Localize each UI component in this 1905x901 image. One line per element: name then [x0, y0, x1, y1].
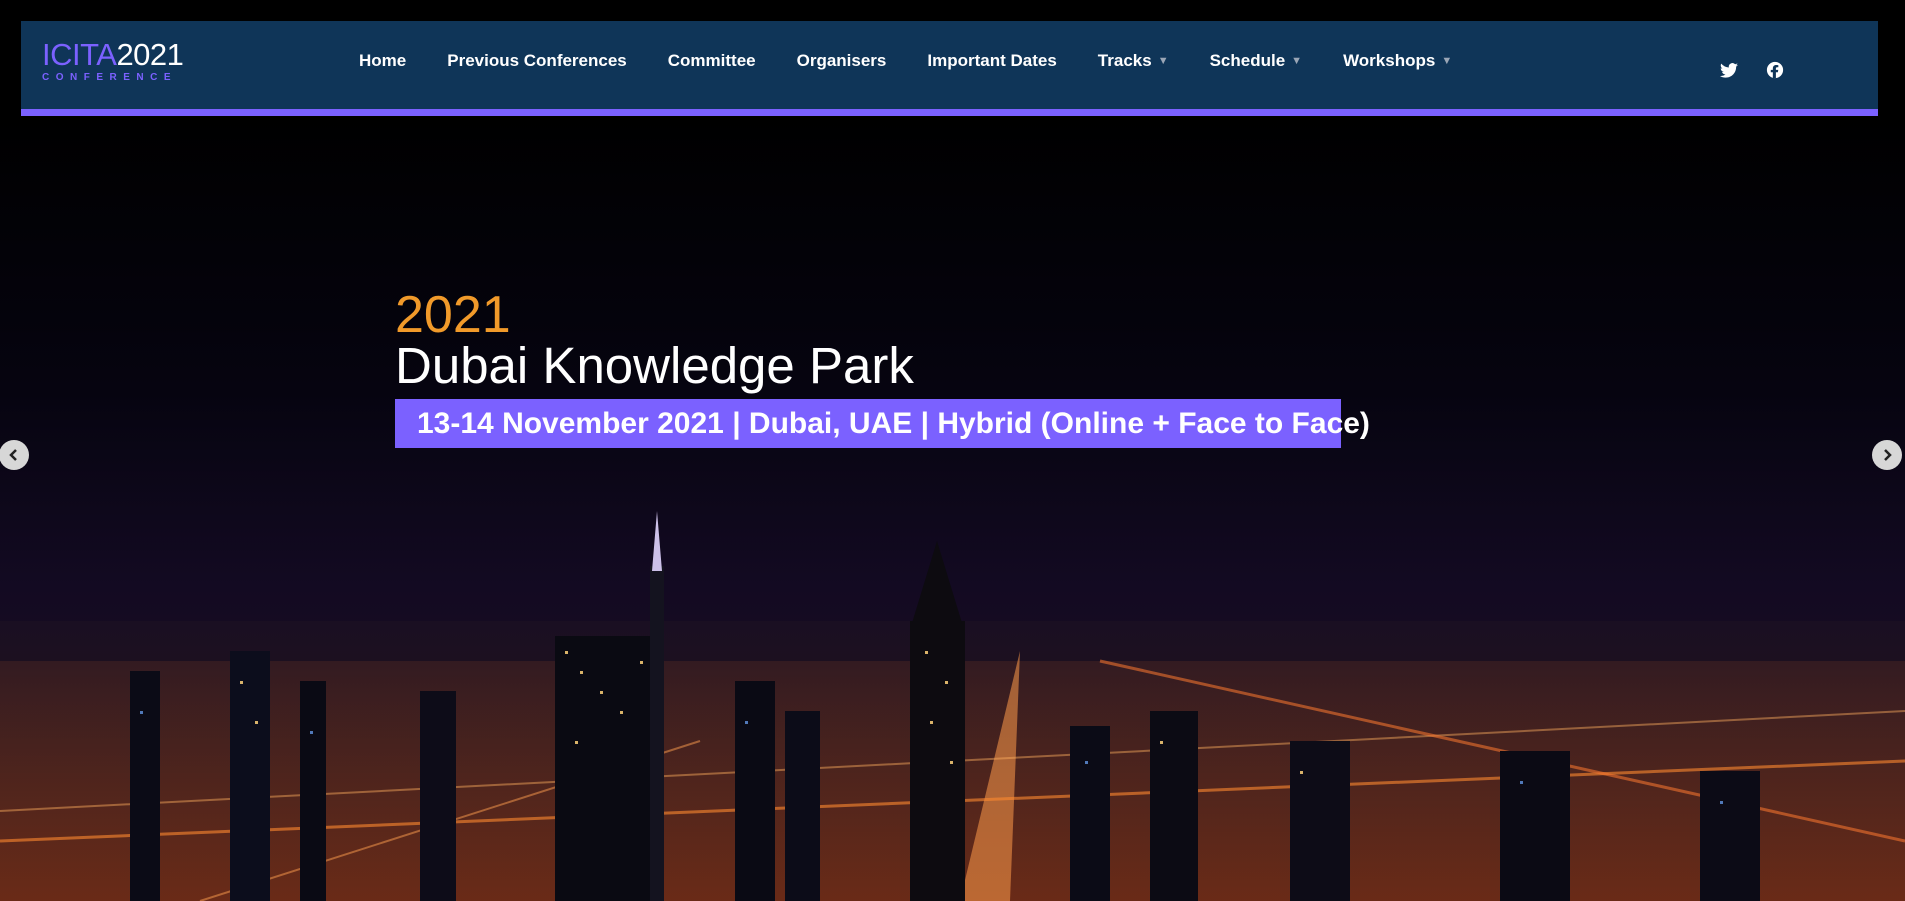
nav-committee[interactable]: Committee	[668, 51, 756, 71]
site-header: ICITA2021 CONFERENCE Home Previous Confe…	[21, 21, 1878, 116]
site-logo[interactable]: ICITA2021 CONFERENCE	[42, 37, 184, 83]
nav-previous-conferences[interactable]: Previous Conferences	[447, 51, 627, 71]
nav-workshops-label: Workshops	[1343, 51, 1436, 70]
nav-organisers-label: Organisers	[796, 51, 887, 70]
hero-slider: 2021 Dubai Knowledge Park 13-14 November…	[0, 116, 1905, 901]
slider-next-button[interactable]	[1872, 440, 1902, 470]
nav-schedule-label: Schedule	[1209, 51, 1286, 70]
chevron-right-icon	[1884, 449, 1892, 461]
chevron-down-icon: ▼	[1291, 55, 1303, 67]
hero-date-banner: 13-14 November 2021 | Dubai, UAE | Hybri…	[395, 399, 1370, 448]
chevron-down-icon: ▼	[1441, 55, 1453, 67]
facebook-icon[interactable]	[1766, 61, 1786, 79]
logo-wordmark: ICITA2021	[42, 37, 184, 72]
nav-organisers[interactable]: Organisers	[797, 51, 887, 71]
nav-workshops[interactable]: Workshops ▼	[1343, 51, 1452, 71]
nav-tracks-label: Tracks	[1097, 51, 1152, 70]
dubai-skyline-image	[0, 511, 1905, 901]
logo-subtitle: CONFERENCE	[42, 72, 178, 83]
main-nav: Home Previous Conferences Committee Orga…	[359, 21, 1493, 101]
nav-important-dates[interactable]: Important Dates	[927, 51, 1056, 71]
logo-acronym: ICITA	[42, 37, 117, 72]
hero-venue: Dubai Knowledge Park	[395, 337, 914, 394]
slider-prev-button[interactable]	[0, 440, 29, 470]
twitter-icon[interactable]	[1720, 63, 1740, 81]
chevron-down-icon: ▼	[1157, 55, 1169, 67]
nav-important-dates-label: Important Dates	[927, 51, 1057, 70]
nav-home-label: Home	[359, 51, 407, 70]
logo-year: 2021	[116, 37, 184, 72]
hero-date-text: 13-14 November 2021 | Dubai, UAE | Hybri…	[417, 406, 1370, 440]
nav-tracks[interactable]: Tracks ▼	[1098, 51, 1169, 71]
nav-home[interactable]: Home	[359, 51, 406, 71]
nav-schedule[interactable]: Schedule ▼	[1210, 51, 1302, 71]
nav-previous-conferences-label: Previous Conferences	[447, 51, 627, 70]
nav-committee-label: Committee	[667, 51, 756, 70]
chevron-left-icon	[9, 449, 17, 461]
